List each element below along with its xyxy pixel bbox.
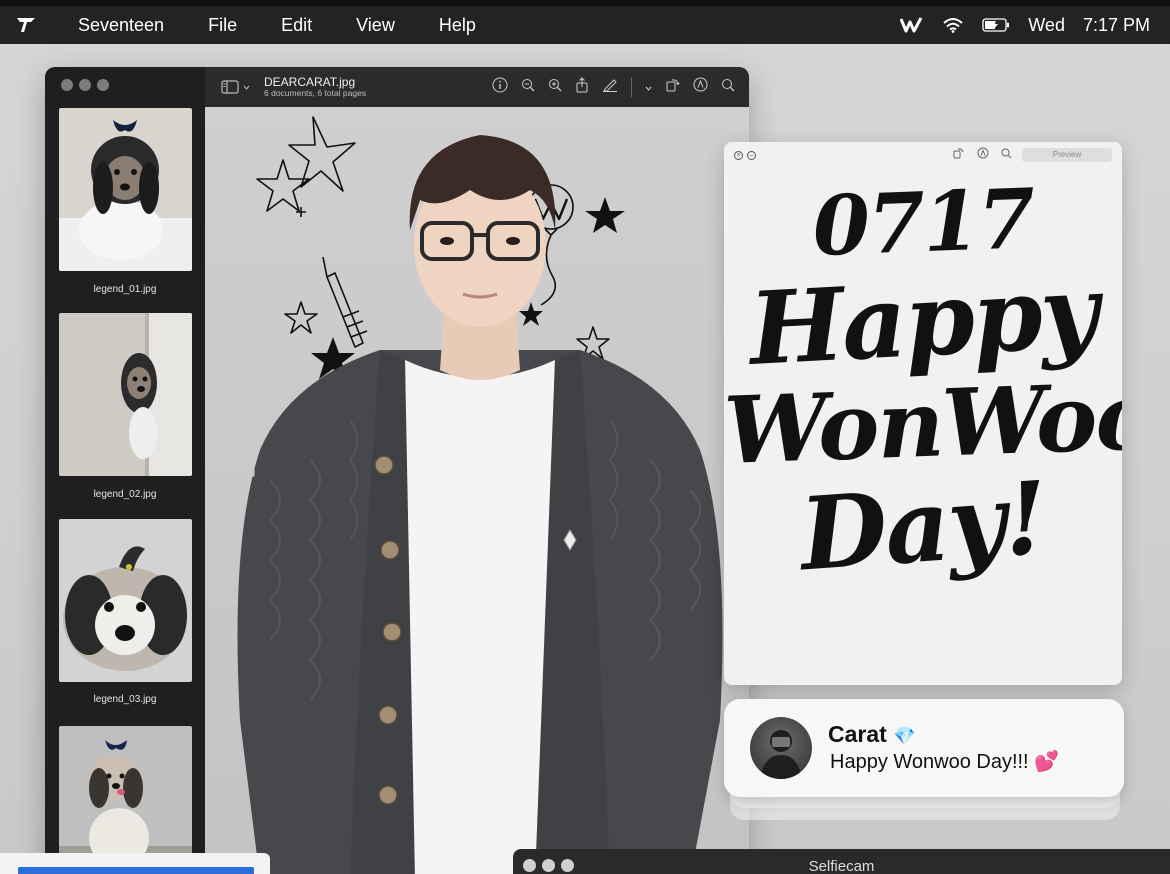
poster-window: × – Preview 0717 Happy WonWoo Day!: [724, 142, 1122, 685]
selected-highlight[interactable]: [18, 867, 254, 874]
notification-body: Happy Wonwoo Day!!! 💕: [830, 749, 1059, 774]
poster-line-name: WonWoo: [724, 361, 1122, 485]
menu-file[interactable]: File: [186, 15, 259, 36]
preview-button[interactable]: Preview: [1022, 148, 1112, 162]
thumbnail-3[interactable]: [59, 519, 192, 682]
window-controls: × –: [734, 150, 756, 160]
zoom-out-icon[interactable]: [521, 78, 535, 97]
info-icon[interactable]: [492, 77, 508, 98]
markup-icon[interactable]: [693, 77, 708, 97]
markup-icon[interactable]: [977, 146, 989, 164]
person-photo: [237, 135, 723, 874]
poster-titlebar: × – Preview: [724, 142, 1122, 168]
menu-help[interactable]: Help: [417, 15, 498, 36]
close-button[interactable]: ×: [734, 150, 743, 160]
sidebar-toggle-button[interactable]: [221, 80, 250, 94]
thumbnail-1[interactable]: [59, 108, 192, 271]
notification-title: Carat 💎: [828, 721, 916, 748]
menu-view[interactable]: View: [334, 15, 417, 36]
partial-popup: [0, 853, 270, 874]
clock-day[interactable]: Wed: [1028, 15, 1065, 36]
battery-icon[interactable]: [982, 18, 1010, 32]
thumbnail-1-label: legend_01.jpg: [93, 284, 157, 295]
document-name: DEARCARAT.jpg: [264, 74, 356, 89]
search-icon[interactable]: [1001, 146, 1012, 164]
poster-toolbar: [953, 146, 1012, 164]
message-text: Happy Wonwoo Day!!!: [830, 751, 1029, 773]
selfiecam-window: Selfiecam: [513, 849, 1170, 874]
minimize-button[interactable]: [79, 79, 91, 91]
zoom-in-icon[interactable]: [548, 78, 562, 97]
toolbar-separator: [631, 77, 632, 97]
chevron-down-icon[interactable]: [645, 78, 652, 96]
minimize-button[interactable]: –: [747, 150, 756, 160]
hearts-icon: 💕: [1034, 751, 1060, 773]
thumbnail-2[interactable]: [59, 313, 192, 476]
poster-lettering: 0717 Happy WonWoo Day!: [724, 171, 1122, 593]
clock-time[interactable]: 7:17 PM: [1083, 15, 1150, 36]
markup-pen-icon[interactable]: [602, 78, 618, 97]
gem-icon: 💎: [893, 726, 916, 746]
preview-toolbar: DEARCARAT.jpg 6 documents, 6 total pages: [205, 67, 749, 107]
thumbnail-2-label: legend_02.jpg: [93, 489, 157, 500]
menu-app-name[interactable]: Seventeen: [52, 15, 186, 36]
sender-name: Carat: [828, 721, 887, 747]
zoom-button[interactable]: [97, 79, 109, 91]
message-notification[interactable]: Carat 💎 Happy Wonwoo Day!!! 💕: [724, 699, 1124, 797]
share-icon[interactable]: [575, 76, 589, 98]
thumbnail-4[interactable]: [59, 726, 192, 874]
thumbnail-3-label: legend_03.jpg: [93, 694, 157, 705]
poster-line-happy: Happy: [746, 251, 1100, 389]
weverse-icon[interactable]: [900, 16, 924, 34]
chevron-down-icon: [243, 85, 250, 90]
document-title: DEARCARAT.jpg 6 documents, 6 total pages: [264, 74, 367, 99]
selfiecam-title: Selfiecam: [808, 858, 875, 874]
close-button[interactable]: [61, 79, 73, 91]
rotate-icon[interactable]: [665, 77, 680, 97]
seventeen-logo-icon[interactable]: [0, 16, 52, 34]
document-subtitle: 6 documents, 6 total pages: [264, 87, 367, 98]
menu-edit[interactable]: Edit: [259, 15, 334, 36]
rotate-icon[interactable]: [953, 146, 965, 164]
toolbar-tools: [492, 76, 749, 98]
search-icon[interactable]: [721, 78, 735, 97]
thumbnail-sidebar: legend_01.jpg legend_02.jpg legend_03.jp…: [45, 67, 205, 874]
window-controls: [61, 79, 109, 91]
wifi-icon[interactable]: [942, 17, 964, 33]
avatar: [750, 717, 812, 779]
menu-bar: Seventeen File Edit View Help Wed 7:17 P…: [0, 0, 1170, 44]
